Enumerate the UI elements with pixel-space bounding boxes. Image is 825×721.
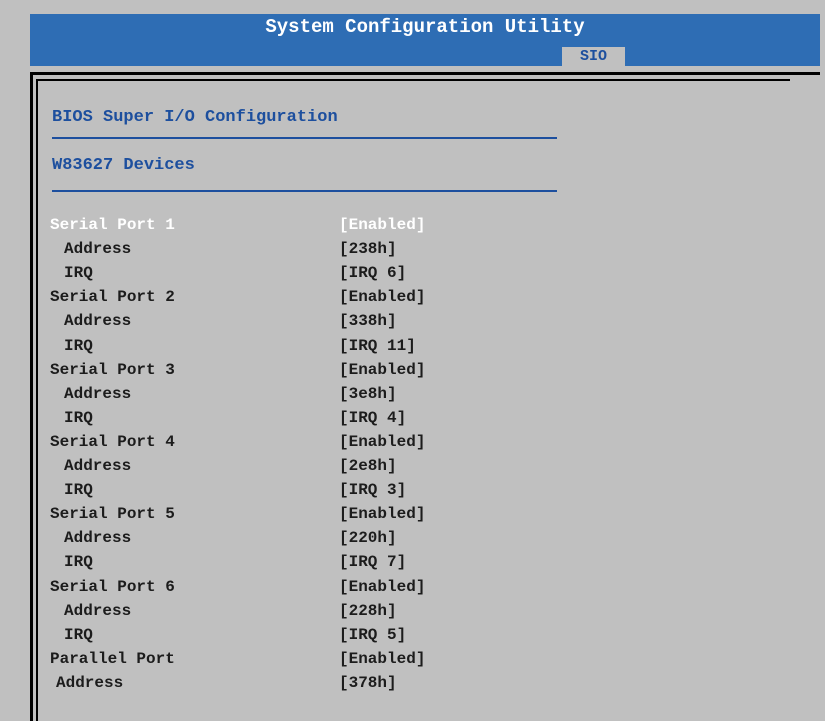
setting-value[interactable]: [IRQ 5] (339, 623, 406, 647)
setting-label: IRQ (64, 408, 93, 427)
setting-value[interactable]: [Enabled] (339, 358, 425, 382)
section-heading: W83627 Devices (52, 156, 195, 175)
panel-frame-top-outer (30, 72, 820, 75)
setting-label: Address (64, 240, 132, 259)
setting-value[interactable]: [Enabled] (339, 575, 425, 599)
setting-value[interactable]: [228h] (339, 599, 397, 623)
window-title: System Configuration Utility (265, 16, 585, 38)
setting-label: Address (64, 601, 132, 620)
page-heading: BIOS Super I/O Configuration (52, 108, 338, 127)
setting-value[interactable]: [IRQ 11] (339, 334, 416, 358)
setting-row[interactable]: IRQ [IRQ 5] (0, 623, 600, 647)
setting-label: Address (64, 529, 132, 548)
setting-value[interactable]: [378h] (339, 671, 397, 695)
setting-value[interactable]: [IRQ 3] (339, 478, 406, 502)
setting-value[interactable]: [Enabled] (339, 502, 425, 526)
setting-row[interactable]: Address [2e8h] (0, 454, 600, 478)
setting-row[interactable]: IRQ [IRQ 3] (0, 478, 600, 502)
setting-row[interactable]: IRQ [IRQ 7] (0, 550, 600, 574)
setting-row[interactable]: IRQ [IRQ 4] (0, 406, 600, 430)
setting-row[interactable]: Serial Port 2 [Enabled] (0, 285, 600, 309)
setting-label: IRQ (64, 264, 93, 283)
setting-label: IRQ (64, 625, 93, 644)
setting-row[interactable]: Serial Port 4 [Enabled] (0, 430, 600, 454)
setting-value[interactable]: [Enabled] (339, 430, 425, 454)
setting-value[interactable]: [Enabled] (339, 647, 425, 671)
setting-row[interactable]: Address [228h] (0, 599, 600, 623)
bios-screen: System Configuration Utility SIO BIOS Su… (0, 0, 825, 721)
setting-label: Serial Port 6 (50, 577, 175, 596)
setting-label: IRQ (64, 481, 93, 500)
setting-label: Serial Port 5 (50, 505, 175, 524)
setting-label: Serial Port 1 (50, 216, 175, 234)
setting-label: IRQ (64, 336, 93, 355)
setting-value[interactable]: [2e8h] (339, 454, 397, 478)
tab-sio[interactable]: SIO (562, 47, 625, 66)
setting-row[interactable]: Address [338h] (0, 309, 600, 333)
setting-label: Parallel Port (50, 649, 175, 668)
setting-value[interactable]: [338h] (339, 309, 397, 333)
setting-value[interactable]: [IRQ 7] (339, 550, 406, 574)
setting-row[interactable]: Address [3e8h] (0, 382, 600, 406)
panel-frame-top-inner (36, 79, 790, 81)
setting-value[interactable]: [3e8h] (339, 382, 397, 406)
setting-label: Address (64, 312, 132, 331)
setting-row[interactable]: Serial Port 3 [Enabled] (0, 358, 600, 382)
setting-row[interactable]: Serial Port 1 [Enabled] (0, 213, 600, 237)
setting-label: Serial Port 4 (50, 432, 175, 451)
setting-label: Serial Port 3 (50, 360, 175, 379)
setting-value[interactable]: [Enabled] (339, 285, 425, 309)
setting-label: Address (64, 384, 132, 403)
setting-row[interactable]: IRQ [IRQ 11] (0, 334, 600, 358)
setting-label: Serial Port 2 (50, 288, 175, 307)
setting-value[interactable]: [IRQ 6] (339, 261, 406, 285)
setting-label: IRQ (64, 553, 93, 572)
setting-row[interactable]: IRQ [IRQ 6] (0, 261, 600, 285)
setting-row[interactable]: Parallel Port [Enabled] (0, 647, 600, 671)
setting-row[interactable]: Serial Port 6 [Enabled] (0, 575, 600, 599)
setting-value[interactable]: [IRQ 4] (339, 406, 406, 430)
setting-label: Address (64, 457, 132, 475)
section-divider (52, 190, 557, 192)
setting-row[interactable]: Address [220h] (0, 526, 600, 550)
setting-row[interactable]: Serial Port 5 [Enabled] (0, 502, 600, 526)
setting-value[interactable]: [220h] (339, 526, 397, 550)
setting-label: Address (56, 673, 124, 692)
setting-row[interactable]: Address [378h] (0, 671, 600, 695)
setting-value[interactable]: [Enabled] (339, 213, 425, 237)
heading-divider (52, 137, 557, 139)
setting-value[interactable]: [238h] (339, 237, 397, 261)
title-bar: System Configuration Utility (30, 14, 820, 66)
setting-row[interactable]: Address [238h] (0, 237, 600, 261)
